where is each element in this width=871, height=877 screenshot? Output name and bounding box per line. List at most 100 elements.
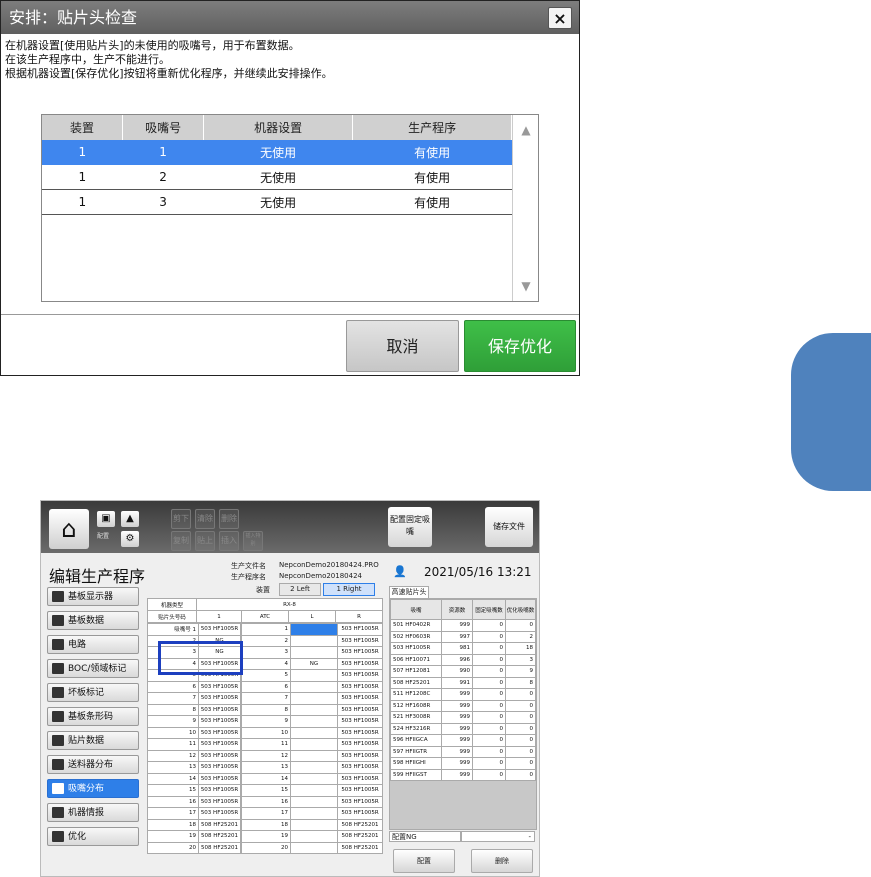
table-row[interactable]: 8 503 HF1005R — [147, 703, 241, 716]
table-row[interactable]: 1 1 无使用 有使用 — [42, 140, 512, 165]
monitor-icon[interactable]: ▣ — [97, 511, 115, 527]
table-row[interactable]: 18 508 HF25201 — [147, 818, 241, 831]
table-row[interactable]: 10 503 HF1005R — [241, 726, 383, 739]
home-icon[interactable]: ⌂ — [49, 509, 89, 549]
table-row[interactable]: 501 HF0402R 999 0 0 — [390, 619, 536, 632]
boc-icon — [52, 663, 64, 674]
table-row[interactable]: 521 HF3008R 999 0 0 — [390, 711, 536, 724]
table-row[interactable]: 18 508 HF25201 — [241, 818, 383, 831]
save-file-button[interactable]: 储存文件 — [485, 507, 533, 547]
user-icon[interactable]: 👤 — [393, 565, 407, 578]
cell: 1 — [42, 164, 123, 190]
table-row[interactable]: 16 503 HF1005R — [147, 795, 241, 808]
sidebar-item-board-data[interactable]: 基板数据 — [47, 611, 139, 630]
table-row[interactable]: 12 503 HF1005R — [241, 749, 383, 762]
copy-button[interactable]: 复制 — [171, 531, 191, 551]
table-row[interactable]: 13 503 HF1005R — [241, 761, 383, 774]
table-row[interactable]: 597 HFIIGTR 999 0 0 — [390, 745, 536, 758]
table-row[interactable]: 4 NG 503 HF1005R — [241, 657, 383, 670]
table-row[interactable]: 1 3 无使用 有使用 — [42, 189, 512, 215]
table-row[interactable]: 8 503 HF1005R — [241, 703, 383, 716]
table-row[interactable]: 14 503 HF1005R — [241, 772, 383, 785]
nozzle-index: 20 — [147, 841, 199, 854]
table-row[interactable]: 15 503 HF1005R — [241, 784, 383, 797]
right-device-tab[interactable]: 1 Right — [323, 583, 375, 596]
cut-button[interactable]: 剪下 — [171, 509, 191, 529]
sidebar-item-machine-info[interactable]: 机器情报 — [47, 803, 139, 822]
settings-icon[interactable]: ⚙ — [121, 531, 139, 547]
table-row[interactable]: 17 503 HF1005R — [147, 807, 241, 820]
table-row[interactable]: 599 HFIIGST 999 0 0 — [390, 768, 536, 781]
left-device-tab[interactable]: 2 Left — [279, 583, 321, 596]
sidebar-item-boc[interactable]: BOC/领域标记 — [47, 659, 139, 678]
table-row[interactable]: 598 HFIIGHI 999 0 0 — [390, 757, 536, 770]
delete-nozzle-button[interactable]: 删除 — [471, 849, 533, 873]
table-row[interactable]: 12 503 HF1005R — [147, 749, 241, 762]
table-row[interactable]: 16 503 HF1005R — [241, 795, 383, 808]
table-row[interactable]: 6 503 HF1005R — [241, 680, 383, 693]
table-row[interactable]: 524 HF3216R 999 0 0 — [390, 722, 536, 735]
sidebar-item-nozzle[interactable]: 吸嘴分布 — [47, 779, 139, 798]
res-count: 999 — [441, 711, 473, 724]
table-row[interactable]: 503 HF1005R 981 0 18 — [390, 642, 536, 655]
table-row[interactable]: 511 HF1208C 999 0 0 — [390, 688, 536, 701]
sidebar-item-label: 基板显示器 — [68, 592, 114, 602]
table-row[interactable]: 11 503 HF1005R — [241, 738, 383, 751]
table-row[interactable]: 20 508 HF25201 — [241, 841, 383, 854]
save-optimize-button[interactable]: 保存优化 — [464, 320, 576, 372]
sidebar-item-placement-data[interactable]: 贴片数据 — [47, 731, 139, 750]
table-row[interactable]: 19 508 HF25201 — [147, 830, 241, 843]
atc-r-cell: 508 HF25201 — [337, 841, 383, 854]
table-row[interactable]: 502 HF0603R 997 0 2 — [390, 630, 536, 643]
table-row[interactable]: 3 503 HF1005R — [241, 646, 383, 659]
place-button[interactable]: 配置 — [393, 849, 455, 873]
sidebar-item-barcode[interactable]: 基板条形码 — [47, 707, 139, 726]
table-row[interactable]: 15 503 HF1005R — [147, 784, 241, 797]
nozzle-type: 508 HF25201 — [198, 841, 241, 854]
table-row[interactable]: 508 HF25201 991 0 8 — [390, 676, 536, 689]
table-row[interactable]: 20 508 HF25201 — [147, 841, 241, 854]
cancel-button[interactable]: 取消 — [346, 320, 459, 372]
table-row[interactable]: 506 HF10071 996 0 3 — [390, 653, 536, 666]
delete-button[interactable]: 删除 — [219, 509, 239, 529]
table-row[interactable]: 507 HF12081 990 0 9 — [390, 665, 536, 678]
table-row[interactable]: 9 503 HF1005R — [241, 715, 383, 728]
table-row[interactable]: 1 503 HF1005R — [241, 623, 383, 636]
table-row[interactable]: 7 503 HF1005R — [147, 692, 241, 705]
sidebar-item-bad-mark[interactable]: 坏板标记 — [47, 683, 139, 702]
table-row[interactable]: 13 503 HF1005R — [147, 761, 241, 774]
sidebar-item-optimize[interactable]: 优化 — [47, 827, 139, 846]
res-opt: 9 — [505, 665, 536, 678]
scroll-down-icon[interactable]: ▼ — [513, 279, 539, 293]
table-row[interactable]: 19 508 HF25201 — [241, 830, 383, 843]
table-row[interactable]: 9 503 HF1005R — [147, 715, 241, 728]
table-scrollbar[interactable]: ▲ ▼ — [512, 115, 538, 301]
clear-button[interactable]: 清除 — [195, 509, 215, 529]
table-row[interactable]: 596 HFIIGCA 999 0 0 — [390, 734, 536, 747]
table-row[interactable]: 6 503 HF1005R — [147, 680, 241, 693]
table-row[interactable]: 14 503 HF1005R — [147, 772, 241, 785]
insert-special-button[interactable]: 插入特别 — [243, 531, 263, 551]
table-row[interactable]: 5 503 HF1005R — [241, 669, 383, 682]
sidebar-item-board-display[interactable]: 基板显示器 — [47, 587, 139, 606]
table-row[interactable]: 7 503 HF1005R — [241, 692, 383, 705]
res-opt: 0 — [505, 768, 536, 781]
paste-button[interactable]: 贴上 — [195, 531, 215, 551]
sidebar-item-feeder[interactable]: 送料器分布 — [47, 755, 139, 774]
close-button[interactable]: × — [548, 7, 572, 29]
table-row[interactable]: 2 503 HF1005R — [241, 634, 383, 647]
table-row[interactable]: 吸嘴号 1 503 HF1005R — [147, 623, 241, 636]
res-fixed: 0 — [472, 757, 506, 770]
nozzle-type: 503 HF1005R — [198, 761, 241, 774]
insert-button[interactable]: 插入 — [219, 531, 239, 551]
table-row[interactable]: 17 503 HF1005R — [241, 807, 383, 820]
scroll-up-icon[interactable]: ▲ — [513, 123, 539, 137]
machine-type-label: 机器类型 — [147, 598, 197, 611]
lock-icon[interactable]: ▲ — [121, 511, 139, 527]
table-row[interactable]: 10 503 HF1005R — [147, 726, 241, 739]
table-row[interactable]: 512 HF1608R 999 0 0 — [390, 699, 536, 712]
table-row[interactable]: 11 503 HF1005R — [147, 738, 241, 751]
sidebar-item-circuit[interactable]: 电路 — [47, 635, 139, 654]
table-row[interactable]: 1 2 无使用 有使用 — [42, 164, 512, 190]
fixed-nozzle-button[interactable]: 配置固定吸嘴 — [388, 507, 432, 547]
